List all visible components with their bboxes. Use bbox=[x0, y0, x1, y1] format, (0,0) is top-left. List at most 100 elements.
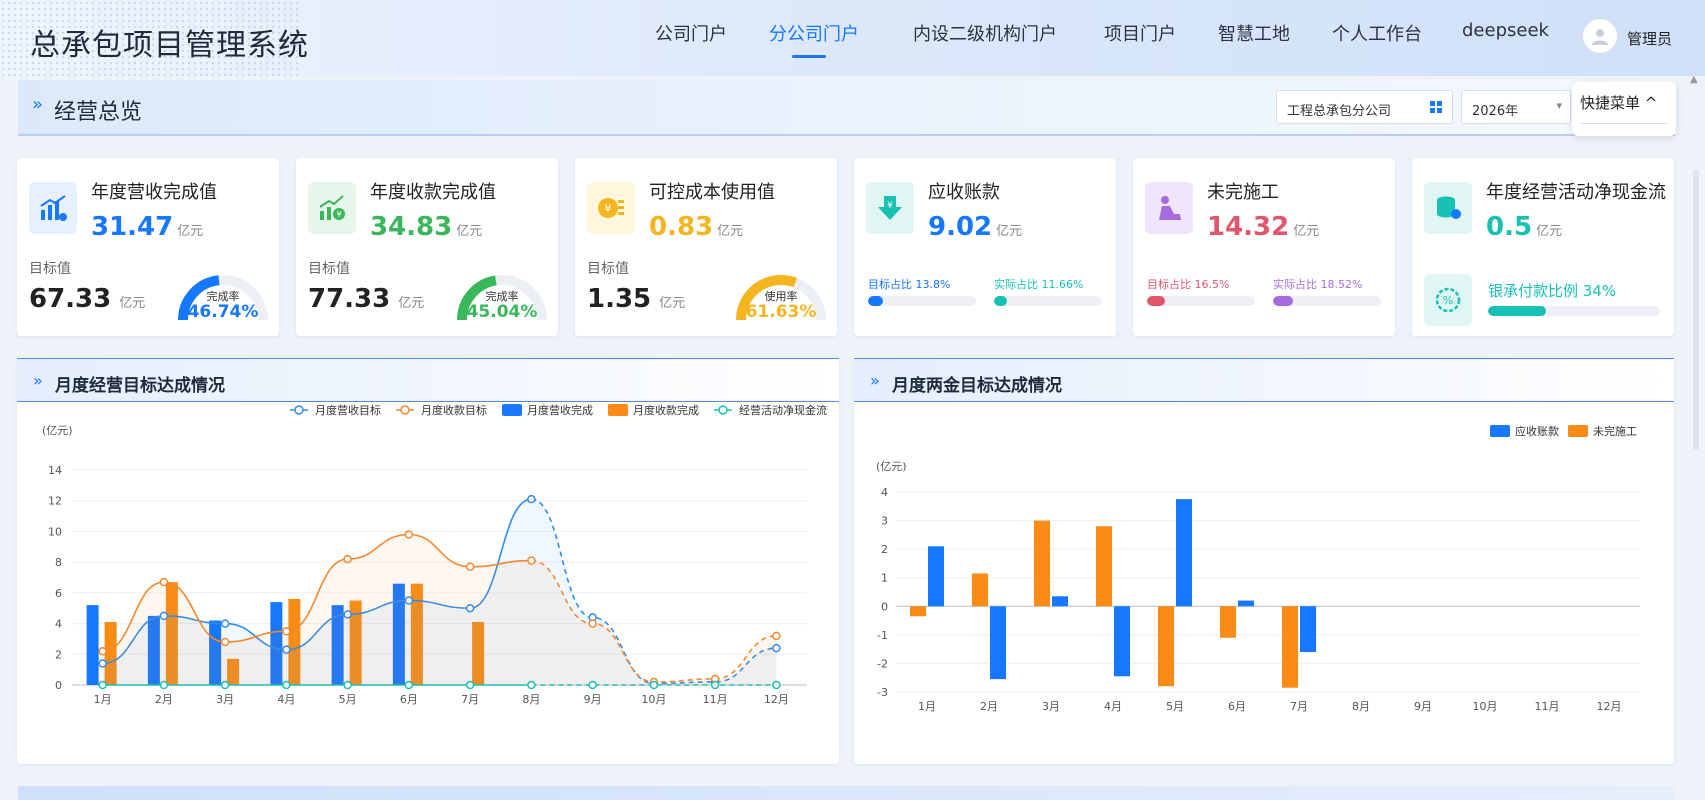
x-tick-label: 1月 bbox=[94, 693, 112, 706]
x-tick-label: 8月 bbox=[522, 693, 540, 706]
next-section-header bbox=[18, 786, 1675, 800]
nav-personal-workbench[interactable]: 个人工作台 bbox=[1332, 20, 1422, 46]
kpi-value-number: 9.02 bbox=[928, 212, 993, 242]
x-tick-label: 8月 bbox=[1352, 700, 1370, 713]
kpi-card-collection[interactable]: ¥ 年度收款完成值 34.83 亿元 目标值 77.33 亿元 完成率 45.04% bbox=[296, 158, 558, 336]
legend-label: 应收账款 bbox=[1515, 424, 1559, 438]
x-tick-label: 10月 bbox=[1473, 700, 1498, 713]
gauge-value: 46.74% bbox=[187, 302, 259, 322]
company-select[interactable]: 工程总承包分公司 bbox=[1276, 90, 1453, 124]
bank-acceptance-ratio-bar bbox=[1488, 306, 1660, 316]
x-tick-label: 6月 bbox=[1228, 700, 1246, 713]
bar-应收账款 bbox=[1300, 606, 1316, 652]
two-funds-chart: (亿元) -3 -2 -1 0 1 2 3 4 1月 2月 3月 4月 5月 6月 7月 8月 9月 10月 11月 1… bbox=[876, 424, 1640, 713]
actual-ratio-fill bbox=[1273, 296, 1293, 306]
monthly-two-funds-panel: » 月度两金目标达成情况 (亿元) -3 -2 -1 0 1 2 3 4 1月 2月 3月 4月 5月 6月… bbox=[854, 358, 1674, 764]
kpi-card-cashflow[interactable]: 年度经营活动净现金流 0.5 亿元 % 银承付款比例 34% bbox=[1412, 158, 1674, 336]
legend-swatch bbox=[1490, 425, 1510, 437]
target-ratio-bar bbox=[1147, 296, 1255, 306]
kpi-unit: 亿元 bbox=[456, 224, 483, 239]
nav-project-portal[interactable]: 项目门户 bbox=[1104, 20, 1176, 46]
bar-未完施工 bbox=[972, 573, 988, 607]
y-tick-label: 4 bbox=[55, 618, 62, 631]
legend-label: 未完施工 bbox=[1593, 424, 1637, 438]
nav-company-portal[interactable]: 公司门户 bbox=[655, 20, 727, 46]
nav-smart-site[interactable]: 智慧工地 bbox=[1218, 20, 1290, 46]
scroll-up-icon[interactable]: ▲ bbox=[1690, 74, 1698, 85]
point-月度收款目标 bbox=[465, 562, 475, 571]
kpi-card-receivables[interactable]: ¥ 应收账款 9.02 亿元 目标占比 13.8% 实际占比 11.66% bbox=[854, 158, 1116, 336]
bar-未完施工 bbox=[1096, 526, 1112, 607]
actual-ratio-label: 实际占比 18.52% bbox=[1273, 278, 1363, 291]
point-经营活动净现金流 bbox=[343, 680, 352, 690]
avatar[interactable] bbox=[1582, 18, 1618, 54]
x-tick-label: 4月 bbox=[277, 693, 295, 706]
y-tick-label: 1 bbox=[881, 572, 888, 585]
target-ratio-fill bbox=[1147, 296, 1165, 306]
year-select-value: 2026年 bbox=[1472, 104, 1519, 119]
quick-menu-divider bbox=[1580, 123, 1668, 124]
y-tick-label: 10 bbox=[48, 525, 62, 538]
kpi-card-unfinished[interactable]: 未完施工 14.32 亿元 目标占比 16.5% 实际占比 18.52% bbox=[1133, 158, 1395, 336]
y-tick-label: -2 bbox=[877, 657, 888, 670]
legend-swatch bbox=[608, 404, 628, 416]
legend-swatch bbox=[718, 405, 728, 415]
target-ratio-label: 目标占比 13.8% bbox=[868, 278, 951, 291]
x-tick-label: 12月 bbox=[1597, 700, 1622, 713]
kpi-value-number: 0.83 bbox=[649, 212, 714, 242]
company-select-value: 工程总承包分公司 bbox=[1287, 104, 1392, 119]
quick-menu-button[interactable]: 快捷菜单 ^ bbox=[1572, 82, 1676, 136]
panel-title: 月度经营目标达成情况 bbox=[55, 376, 225, 396]
year-select[interactable]: 2026年 ▾ bbox=[1461, 90, 1571, 124]
kpi-gauge: 完成率 45.04% bbox=[452, 262, 552, 326]
panel-chevron-icon: » bbox=[33, 371, 43, 390]
nav-deepseek[interactable]: deepseek bbox=[1462, 20, 1549, 41]
scrollbar[interactable] bbox=[1693, 170, 1699, 450]
actual-ratio-bar bbox=[994, 296, 1102, 306]
y-tick-label: 2 bbox=[55, 648, 62, 661]
kpi-value-number: 31.47 bbox=[91, 212, 174, 242]
legend-label: 经营活动净现金流 bbox=[739, 403, 827, 417]
bar-应收账款 bbox=[1052, 596, 1068, 607]
point-经营活动净现金流 bbox=[527, 680, 536, 690]
kpi-title: 未完施工 bbox=[1207, 182, 1279, 203]
x-tick-label: 5月 bbox=[1166, 700, 1184, 713]
bank-acceptance-ratio-fill bbox=[1488, 306, 1547, 316]
construction-worker-icon bbox=[1145, 182, 1193, 234]
actual-ratio-bar bbox=[1273, 296, 1381, 306]
kpi-target-unit: 亿元 bbox=[398, 296, 425, 311]
kpi-value: 0.5 亿元 bbox=[1486, 212, 1562, 242]
nav-secondary-org-portal[interactable]: 内设二级机构门户 bbox=[913, 20, 1057, 46]
legend-label: 月度营收目标 bbox=[315, 403, 381, 417]
target-ratio-label: 目标占比 16.5% bbox=[1147, 278, 1230, 291]
kpi-card-revenue[interactable]: 年度营收完成值 31.47 亿元 目标值 67.33 亿元 完成率 46.74% bbox=[17, 158, 279, 336]
cost-coin-icon: ¥ bbox=[587, 182, 635, 234]
actual-ratio-label: 实际占比 11.66% bbox=[994, 278, 1084, 291]
kpi-value-number: 0.5 bbox=[1486, 212, 1533, 242]
gauge-value: 45.04% bbox=[466, 302, 538, 322]
grid-icon bbox=[1430, 101, 1442, 113]
svg-text:¥: ¥ bbox=[605, 202, 612, 215]
y-tick-label: 0 bbox=[55, 679, 62, 692]
y-tick-label: 14 bbox=[48, 464, 62, 477]
kpi-target-unit: 亿元 bbox=[659, 296, 686, 311]
caret-down-icon: ▾ bbox=[1556, 99, 1562, 112]
bar-未完施工 bbox=[1034, 520, 1050, 607]
kpi-target-label: 目标值 bbox=[587, 261, 629, 277]
y-tick-label: 8 bbox=[55, 556, 62, 569]
nav-branch-portal[interactable]: 分公司门户 bbox=[769, 20, 859, 46]
point-月度收款目标 bbox=[98, 646, 107, 656]
kpi-gauge: 使用率 61.63% bbox=[731, 262, 831, 326]
bar-未完施工 bbox=[1220, 606, 1236, 638]
top-header: 总承包项目管理系统 公司门户 分公司门户 内设二级机构门户 项目门户 智慧工地 … bbox=[0, 0, 1705, 76]
user-name[interactable]: 管理员 bbox=[1627, 28, 1672, 49]
kpi-card-cost[interactable]: ¥ 可控成本使用值 0.83 亿元 目标值 1.35 亿元 使用率 61.63% bbox=[575, 158, 837, 336]
gauge-value: 61.63% bbox=[745, 302, 817, 322]
kpi-gauge: 完成率 46.74% bbox=[173, 262, 273, 326]
kpi-value: 0.83 亿元 bbox=[649, 212, 743, 242]
kpi-value-number: 34.83 bbox=[370, 212, 453, 242]
actual-ratio-fill bbox=[994, 296, 1007, 306]
target-ratio-fill bbox=[868, 296, 883, 306]
legend-label: 月度营收完成 bbox=[527, 403, 593, 417]
y-tick-label: 12 bbox=[48, 495, 62, 508]
